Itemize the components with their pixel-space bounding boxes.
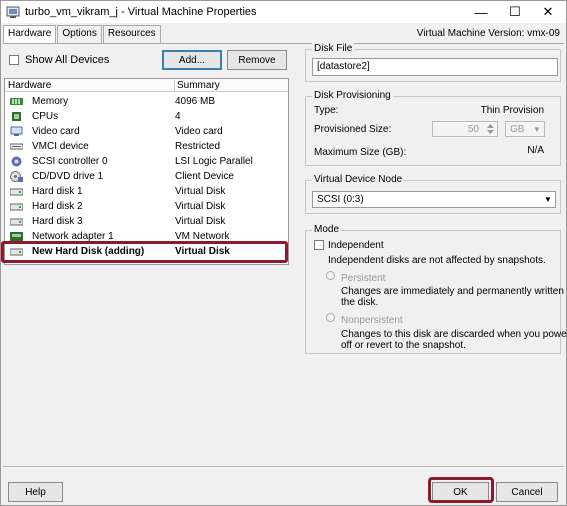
tab-resources[interactable]: Resources: [102, 25, 161, 43]
maximum-size-label: Maximum Size (GB):: [314, 147, 407, 158]
hardware-list-header: Hardware Summary: [5, 79, 288, 92]
provisioned-size-spinner[interactable]: 50: [432, 121, 498, 137]
hardware-row-memory[interactable]: Memory 4096 MB: [5, 94, 288, 109]
add-button[interactable]: Add...: [162, 50, 222, 70]
hardware-summary: 4: [175, 111, 181, 122]
hardware-row-hard-disk-1[interactable]: Hard disk 1 Virtual Disk: [5, 184, 288, 199]
minimize-button[interactable]: —: [464, 1, 498, 23]
cpu-icon: [12, 112, 21, 121]
chevron-down-icon: ▼: [544, 195, 552, 204]
hardware-name: Video card: [32, 126, 80, 137]
vm-version-label: Virtual Machine Version: vmx-09: [416, 28, 560, 39]
disk-file-field[interactable]: [datastore2]: [312, 58, 558, 76]
tab-bar: Hardware Options Resources: [3, 25, 162, 44]
virtual-device-node-group: Virtual Device Node SCSI (0:3) ▼: [305, 174, 561, 214]
disk-provisioning-title: Disk Provisioning: [312, 90, 393, 101]
nonpersistent-label[interactable]: Nonpersistent: [341, 315, 403, 326]
virtual-device-node-title: Virtual Device Node: [312, 174, 405, 185]
hardware-name: CD/DVD drive 1: [32, 171, 104, 182]
hardware-summary: Video card: [175, 126, 223, 137]
independent-checkbox[interactable]: [314, 240, 324, 250]
window-title: turbo_vm_vikram_j - Virtual Machine Prop…: [25, 6, 257, 18]
virtual-device-node-dropdown[interactable]: SCSI (0:3) ▼: [312, 191, 556, 208]
ok-button-highlight: [428, 477, 494, 503]
maximum-size-value: N/A: [527, 145, 544, 156]
hardware-row-cd-dvd[interactable]: CD/DVD drive 1 Client Device: [5, 169, 288, 184]
video-card-icon: [10, 126, 23, 136]
hardware-summary: 4096 MB: [175, 96, 216, 107]
hardware-name: Hard disk 1: [32, 186, 83, 197]
hard-disk-icon: [10, 188, 23, 196]
persistent-description-line2: the disk.: [341, 297, 379, 308]
hardware-name: CPUs: [32, 111, 59, 122]
hardware-name: Hard disk 2: [32, 201, 83, 212]
spinner-arrows-icon[interactable]: [486, 123, 495, 135]
provisioned-size-label: Provisioned Size:: [314, 124, 392, 135]
vmci-device-icon: [10, 143, 23, 150]
column-header-hardware[interactable]: Hardware: [8, 80, 51, 91]
hard-disk-icon: [10, 218, 23, 226]
disk-file-title: Disk File: [312, 43, 355, 54]
disk-file-group: Disk File [datastore2]: [305, 43, 561, 82]
hardware-summary: Restricted: [175, 141, 221, 152]
hardware-summary: Virtual Disk: [175, 186, 226, 197]
title-bar: turbo_vm_vikram_j - Virtual Machine Prop…: [1, 1, 566, 23]
size-unit-value: GB: [510, 124, 525, 135]
vm-app-icon: [6, 6, 20, 18]
hardware-summary: Virtual Disk: [175, 201, 226, 212]
independent-label[interactable]: Independent: [328, 240, 384, 251]
hardware-row-hard-disk-3[interactable]: Hard disk 3 Virtual Disk: [5, 214, 288, 229]
tab-options[interactable]: Options: [57, 25, 102, 43]
cancel-button[interactable]: Cancel: [496, 482, 558, 502]
tab-hardware[interactable]: Hardware: [3, 25, 57, 44]
selected-row-highlight: [1, 241, 288, 263]
hardware-list[interactable]: Hardware Summary Memory 4096 MB CPUs 4 V…: [4, 78, 289, 265]
mode-group: Mode Independent Independent disks are n…: [305, 224, 567, 354]
memory-icon: [10, 98, 23, 105]
show-all-devices-row[interactable]: Show All Devices: [9, 54, 109, 66]
maximize-button[interactable]: ☐: [498, 1, 532, 23]
persistent-description-line1: Changes are immediately and permanently …: [341, 286, 567, 297]
type-label: Type:: [314, 105, 339, 116]
hard-disk-icon: [10, 203, 23, 211]
hardware-summary: Client Device: [175, 171, 234, 182]
cd-dvd-icon: [10, 171, 23, 182]
persistent-label[interactable]: Persistent: [341, 273, 385, 284]
mode-title: Mode: [312, 224, 342, 235]
hardware-row-cpus[interactable]: CPUs 4: [5, 109, 288, 124]
hardware-name: SCSI controller 0: [32, 156, 108, 167]
hardware-row-vmci-device[interactable]: VMCI device Restricted: [5, 139, 288, 154]
bottom-divider: [3, 466, 564, 467]
nonpersistent-description-line1: Changes to this disk are discarded when …: [341, 329, 567, 340]
size-unit-dropdown[interactable]: GB ▼: [505, 121, 545, 137]
help-button[interactable]: Help: [8, 482, 63, 502]
hardware-row-scsi-controller[interactable]: SCSI controller 0 LSI Logic Parallel: [5, 154, 288, 169]
hardware-name: Hard disk 3: [32, 216, 83, 227]
nonpersistent-description-line2: off or revert to the snapshot.: [341, 340, 466, 351]
disk-provisioning-group: Disk Provisioning Type: Thin Provision P…: [305, 90, 561, 166]
nonpersistent-radio[interactable]: [326, 313, 335, 322]
show-all-devices-label: Show All Devices: [25, 54, 110, 66]
hardware-name: VMCI device: [32, 141, 89, 152]
type-value: Thin Provision: [480, 105, 544, 116]
virtual-device-node-value: SCSI (0:3): [317, 194, 364, 205]
hardware-summary: Virtual Disk: [175, 216, 226, 227]
scsi-controller-icon: [11, 156, 22, 167]
provisioned-size-value: 50: [467, 124, 479, 135]
show-all-devices-checkbox[interactable]: [9, 55, 19, 65]
hardware-summary: LSI Logic Parallel: [175, 156, 253, 167]
column-header-summary[interactable]: Summary: [174, 80, 220, 92]
hardware-row-hard-disk-2[interactable]: Hard disk 2 Virtual Disk: [5, 199, 288, 214]
hardware-name: Memory: [32, 96, 69, 107]
vm-properties-window: turbo_vm_vikram_j - Virtual Machine Prop…: [0, 0, 567, 506]
close-button[interactable]: ✕: [531, 1, 565, 23]
hardware-row-video-card[interactable]: Video card Video card: [5, 124, 288, 139]
independent-description: Independent disks are not affected by sn…: [328, 255, 546, 266]
persistent-radio[interactable]: [326, 271, 335, 280]
tab-divider: [3, 43, 564, 44]
remove-button[interactable]: Remove: [227, 50, 287, 70]
chevron-down-icon: ▼: [533, 124, 541, 134]
